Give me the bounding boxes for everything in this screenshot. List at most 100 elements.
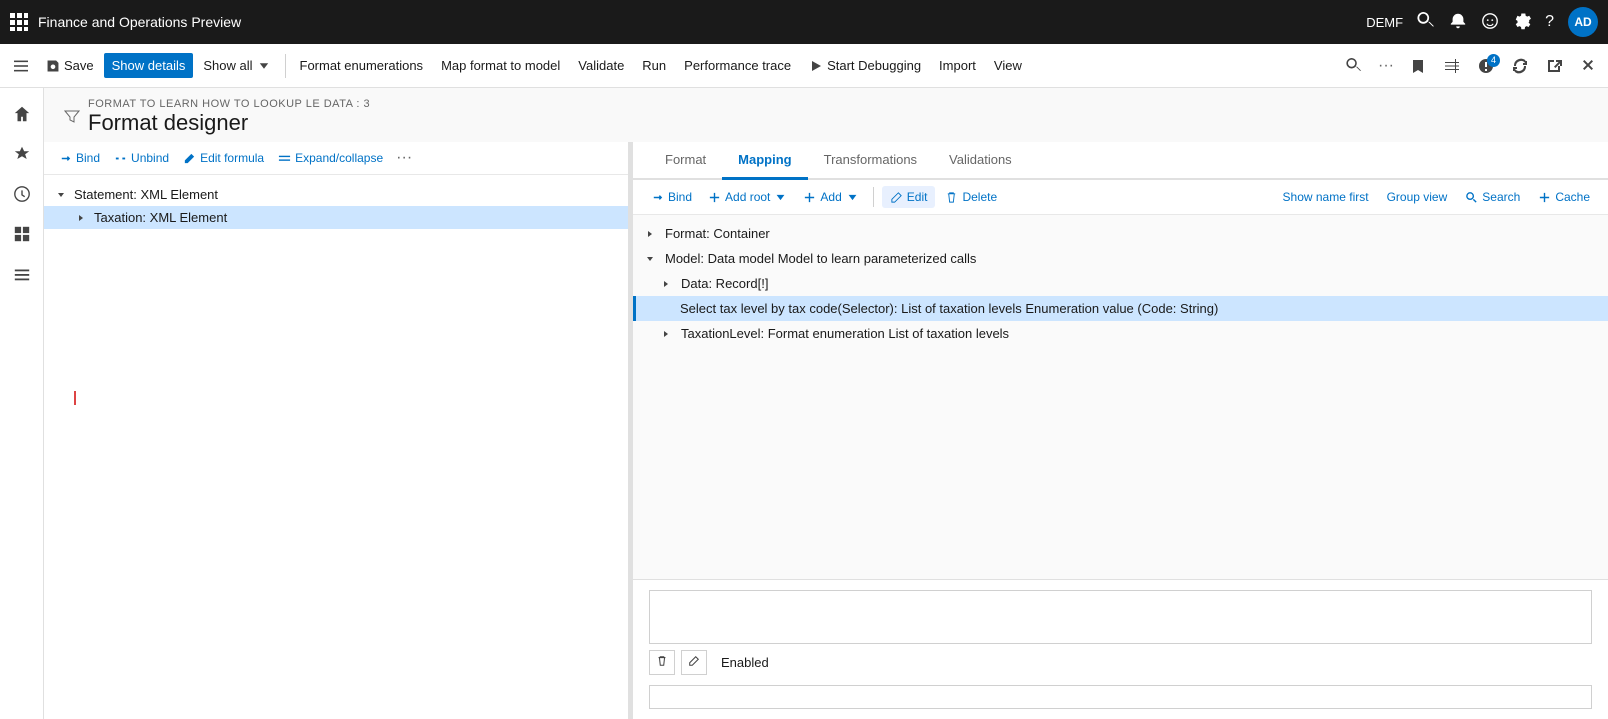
mt-item-taxation-level[interactable]: TaxationLevel: Format enumeration List o… [633,321,1608,346]
modules-nav-button[interactable] [4,256,40,292]
user-label: DEMF [1366,15,1403,30]
search-toolbar-icon[interactable] [1340,54,1368,78]
mt-item-format-container[interactable]: Format: Container [633,221,1608,246]
show-name-first-button[interactable]: Show name first [1277,187,1375,207]
import-button[interactable]: Import [931,53,984,78]
mt-label-selector: Select tax level by tax code(Selector): … [680,301,1218,316]
view-button[interactable]: View [986,53,1030,78]
edit-mapping-button[interactable]: Edit [882,186,936,208]
notification-icon[interactable] [1449,12,1467,33]
search-mapping-button[interactable]: Search [1459,187,1526,207]
show-all-button[interactable]: Show all [195,53,278,78]
save-button[interactable]: Save [38,53,102,78]
settings-icon[interactable] [1513,12,1531,33]
edit-formula-button[interactable]: Edit formula [178,148,269,168]
edit-formula-label: Edit formula [200,151,264,165]
help-icon[interactable]: ? [1545,13,1554,31]
run-label: Run [642,58,666,73]
unbind-button[interactable]: Unbind [109,148,174,168]
mt-chevron-right-4 [661,329,675,339]
mt-item-data-record[interactable]: Data: Record[!] [633,271,1608,296]
smiley-icon[interactable] [1481,12,1499,33]
designer-area: Bind Unbind Edit formula Expand/collapse [44,142,1608,719]
cache-label: Cache [1555,190,1590,204]
tab-transformations[interactable]: Transformations [808,142,933,180]
formula-editor-box[interactable] [649,590,1592,644]
group-view-label: Group view [1387,190,1448,204]
left-panel: Bind Unbind Edit formula Expand/collapse [44,142,629,719]
validate-button[interactable]: Validate [570,53,632,78]
tab-mapping-label: Mapping [738,152,791,167]
view-label: View [994,58,1022,73]
start-debugging-button[interactable]: Start Debugging [801,53,929,78]
close-icon[interactable] [1574,54,1602,78]
hamburger-button[interactable] [6,54,36,78]
show-details-button[interactable]: Show details [104,53,194,78]
group-view-button[interactable]: Group view [1381,187,1454,207]
map-format-to-model-button[interactable]: Map format to model [433,53,568,78]
bottom-editor: Enabled [633,579,1608,719]
popout-icon[interactable] [1540,54,1568,78]
refresh-icon[interactable] [1506,54,1534,78]
tab-mapping[interactable]: Mapping [722,142,807,180]
run-button[interactable]: Run [634,53,674,78]
unbind-label: Unbind [131,151,169,165]
favorites-nav-button[interactable] [4,136,40,172]
tree-chevron-down [54,188,68,202]
expand-collapse-button[interactable]: Expand/collapse [273,148,388,168]
bind-left-button[interactable]: Bind [54,148,105,168]
editor-edit-button[interactable] [681,650,707,675]
editor-input-field[interactable] [649,685,1592,709]
toolbar-divider-1 [285,54,286,78]
tree-item-statement[interactable]: Statement: XML Element [44,183,628,206]
performance-trace-button[interactable]: Performance trace [676,53,799,78]
tree-item-taxation[interactable]: Taxation: XML Element [44,206,628,229]
main-content: FORMAT TO LEARN HOW TO LOOKUP LE DATA : … [44,88,1608,719]
right-panel: Format Mapping Transformations Validatio… [633,142,1608,719]
enabled-label: Enabled [721,655,769,670]
mt-label-model: Model: Data model Model to learn paramet… [665,251,976,266]
left-toolbar: Bind Unbind Edit formula Expand/collapse [44,142,628,175]
recent-nav-button[interactable] [4,176,40,212]
validate-label: Validate [578,58,624,73]
add-mapping-button[interactable]: Add [797,187,864,207]
home-nav-button[interactable] [4,96,40,132]
filter-icon[interactable] [64,108,80,127]
tab-format[interactable]: Format [649,142,722,180]
mt-item-model[interactable]: Model: Data model Model to learn paramet… [633,246,1608,271]
bind-mapping-button[interactable]: Bind [645,187,698,207]
mt-label-taxation-level: TaxationLevel: Format enumeration List o… [681,326,1009,341]
app-grid-button[interactable] [10,13,28,31]
expand-icon[interactable] [1438,54,1466,78]
workspaces-nav-button[interactable] [4,216,40,252]
cache-button[interactable]: Cache [1532,187,1596,207]
mt-item-selector[interactable]: Select tax level by tax code(Selector): … [633,296,1608,321]
format-enumerations-label: Format enumerations [300,58,424,73]
page-header: FORMAT TO LEARN HOW TO LOOKUP LE DATA : … [44,88,1608,142]
main-toolbar: Save Show details Show all Format enumer… [0,44,1608,88]
mt-label-format-container: Format: Container [665,226,770,241]
add-root-label: Add root [725,190,770,204]
mt-sep-1 [873,187,874,207]
import-label: Import [939,58,976,73]
editor-delete-button[interactable] [649,650,675,675]
tab-validations[interactable]: Validations [933,142,1028,180]
search-icon-top[interactable] [1417,12,1435,33]
add-root-button[interactable]: Add root [702,187,793,207]
breadcrumb: FORMAT TO LEARN HOW TO LOOKUP LE DATA : … [88,98,1588,110]
bind-left-label: Bind [76,151,100,165]
left-toolbar-more[interactable]: ··· [396,149,412,167]
format-enumerations-button[interactable]: Format enumerations [292,53,432,78]
performance-trace-label: Performance trace [684,58,791,73]
tab-transformations-label: Transformations [824,152,917,167]
toolbar-more-icon[interactable]: ··· [1374,53,1398,79]
tab-validations-label: Validations [949,152,1012,167]
mt-chevron-down-1 [645,254,659,264]
cursor-area [44,229,628,405]
badge-icon[interactable]: 4 [1472,54,1500,78]
bookmarks-icon[interactable] [1404,54,1432,78]
delete-mapping-button[interactable]: Delete [939,187,1003,207]
search-mapping-label: Search [1482,190,1520,204]
avatar[interactable]: AD [1568,7,1598,37]
top-bar: Finance and Operations Preview DEMF ? AD [0,0,1608,44]
